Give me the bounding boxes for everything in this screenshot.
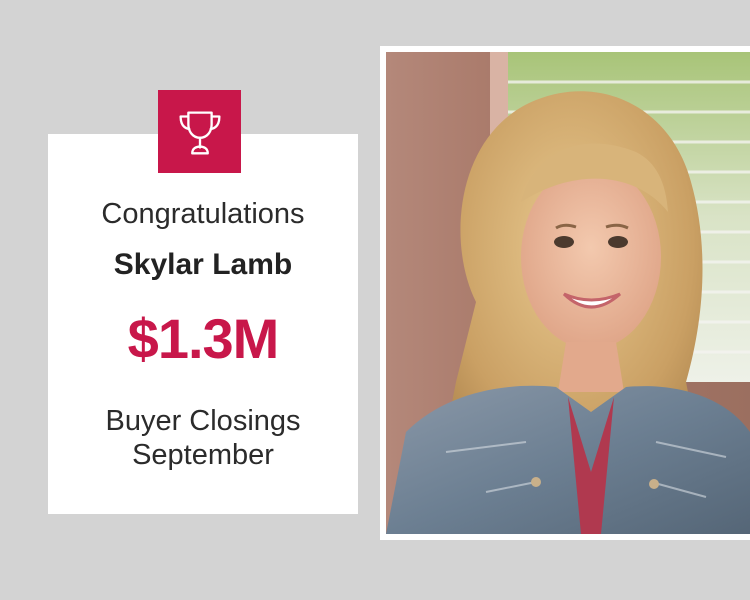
award-category: Buyer Closings (105, 405, 301, 437)
headshot-photo (386, 52, 750, 534)
agent-name: Skylar Lamb (113, 248, 293, 281)
award-card: Congratulations Skylar Lamb $1.3M Buyer … (48, 134, 358, 514)
congratulations-text: Congratulations (101, 198, 305, 230)
award-amount: $1.3M (127, 307, 280, 370)
trophy-badge (158, 90, 241, 173)
award-month: September (132, 439, 274, 471)
photo-frame (380, 46, 750, 540)
trophy-icon (178, 110, 221, 154)
